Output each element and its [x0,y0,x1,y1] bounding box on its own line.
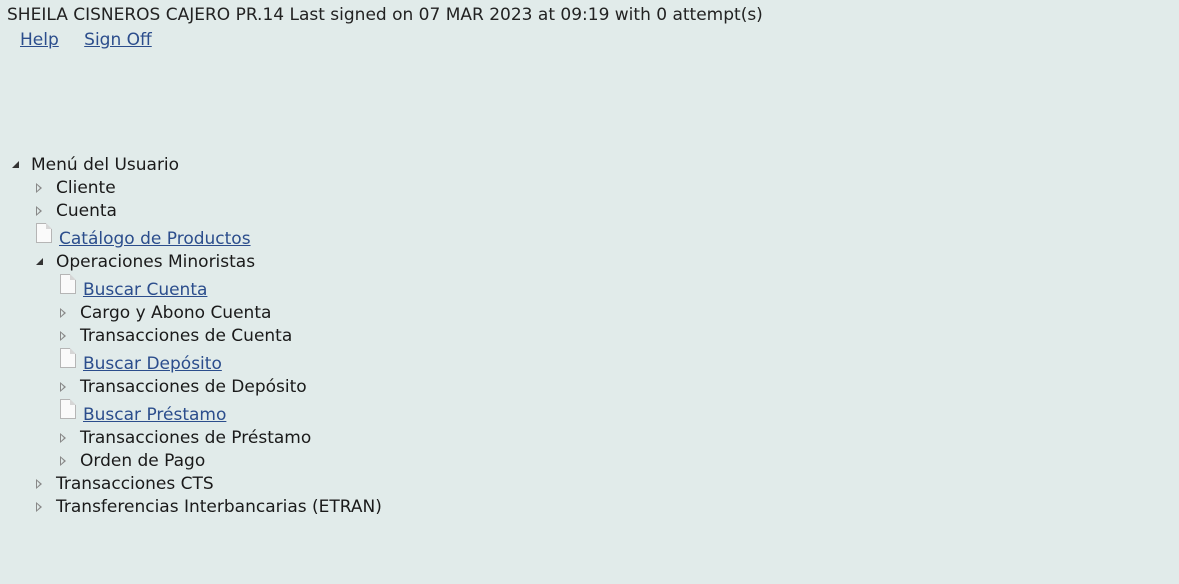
tree-node-buscar-prestamo[interactable]: Buscar Préstamo [60,399,226,426]
tree-node-transferencias-interbancarias[interactable]: Transferencias Interbancarias (ETRAN) [32,496,382,518]
catalogo-de-productos-link[interactable]: Catálogo de Productos [59,228,251,250]
tree-node-label: Cargo y Abono Cuenta [80,303,272,323]
tree-node-label: Transacciones de Depósito [80,377,307,397]
tree-node-cuenta[interactable]: Cuenta [32,200,117,222]
collapsed-triangle-icon[interactable] [32,496,48,518]
tree-node-transacciones-de-deposito[interactable]: Transacciones de Depósito [56,376,307,398]
buscar-prestamo-link[interactable]: Buscar Préstamo [83,404,226,426]
tree-node-buscar-deposito[interactable]: Buscar Depósito [60,348,222,375]
tree-node-label: Orden de Pago [80,451,206,471]
tree-node-label: Transferencias Interbancarias (ETRAN) [56,497,382,517]
collapsed-triangle-icon[interactable] [56,450,72,472]
tree-node-cargo-y-abono-cuenta[interactable]: Cargo y Abono Cuenta [56,302,271,324]
tree-node-catalogo-de-productos[interactable]: Catálogo de Productos [36,223,251,250]
tree-node-cliente[interactable]: Cliente [32,177,116,199]
tree-node-transacciones-de-prestamo[interactable]: Transacciones de Préstamo [56,427,311,449]
collapsed-triangle-icon[interactable] [56,302,72,324]
sign-off-link[interactable]: Sign Off [84,30,152,50]
collapsed-triangle-icon[interactable] [56,376,72,398]
tree-node-label: Cliente [56,178,116,198]
tree-node-label: Transacciones de Cuenta [80,326,293,346]
buscar-cuenta-link[interactable]: Buscar Cuenta [83,279,207,301]
buscar-deposito-link[interactable]: Buscar Depósito [83,353,222,375]
collapsed-triangle-icon[interactable] [32,177,48,199]
tree-node-transacciones-cts[interactable]: Transacciones CTS [32,473,214,495]
header-links: Help Sign Off [20,29,172,51]
expanded-triangle-icon[interactable] [8,154,24,176]
collapsed-triangle-icon[interactable] [32,473,48,495]
tree-node-label: Cuenta [56,201,117,221]
document-icon [60,399,78,426]
help-link[interactable]: Help [20,30,59,50]
tree-node-label: Menú del Usuario [31,155,180,175]
document-icon [60,348,78,375]
collapsed-triangle-icon[interactable] [32,200,48,222]
tree-node-transacciones-de-cuenta[interactable]: Transacciones de Cuenta [56,325,292,347]
tree-node-buscar-cuenta[interactable]: Buscar Cuenta [60,274,207,301]
tree-node-label: Transacciones de Préstamo [80,428,312,448]
user-status-text: SHEILA CISNEROS CAJERO PR.14 Last signed… [7,5,763,25]
document-icon [60,274,78,301]
tree-node-menu-del-usuario[interactable]: Menú del Usuario [8,154,179,176]
document-icon [36,223,54,250]
collapsed-triangle-icon[interactable] [56,427,72,449]
collapsed-triangle-icon[interactable] [56,325,72,347]
tree-node-operaciones-minoristas[interactable]: Operaciones Minoristas [32,251,255,273]
expanded-triangle-icon[interactable] [32,251,48,273]
tree-node-label: Operaciones Minoristas [56,252,256,272]
tree-node-orden-de-pago[interactable]: Orden de Pago [56,450,205,472]
tree-node-label: Transacciones CTS [56,474,214,494]
